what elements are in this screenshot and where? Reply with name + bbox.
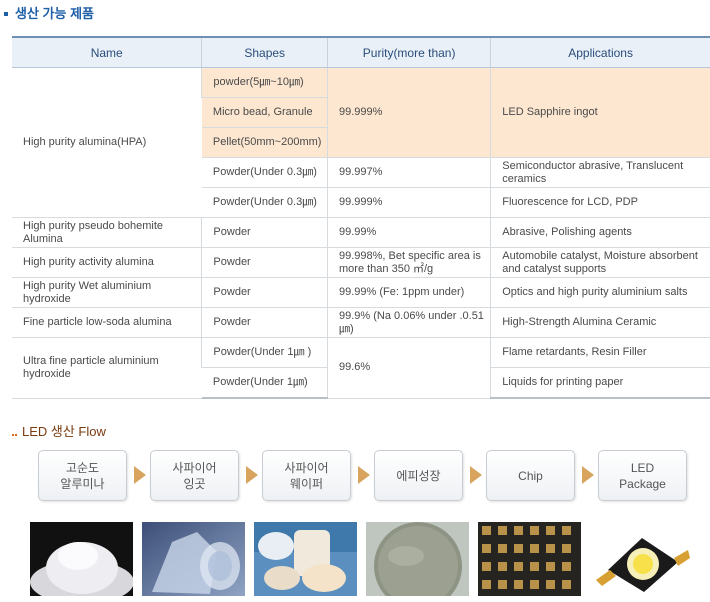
- cell-purity: 99.99% (Fe: 1ppm under): [326, 277, 491, 308]
- flow-arrow-icon: [470, 466, 482, 484]
- flow-title-text: LED 생산 Flow: [22, 424, 106, 439]
- cell-shape: Powder(Under 1㎛ ): [201, 337, 328, 368]
- led-chips-photo: [478, 522, 581, 596]
- cell-purity: 99.99%: [326, 217, 491, 248]
- cell-purity: 99.6%: [326, 337, 491, 399]
- led-package-photo: [590, 522, 693, 596]
- cell-shape: Powder: [201, 247, 328, 278]
- cell-purity: 99.998%, Bet specific area is more than …: [326, 247, 491, 278]
- cell-purity: 99.997%: [326, 157, 491, 188]
- cell-shape: Powder(Under 0.3㎛): [201, 187, 328, 218]
- cell-shape: Powder: [201, 277, 328, 308]
- cell-shape: Powder: [201, 307, 328, 338]
- cell-name: Ultra fine particle aluminium hydroxide: [12, 337, 202, 399]
- header-applications: Applications: [490, 36, 710, 68]
- title-bullet-icon: [4, 11, 8, 16]
- cell-application: Fluorescence for LCD, PDP: [490, 187, 710, 218]
- header-purity: Purity(more than): [326, 36, 491, 68]
- cell-application: Optics and high purity aluminium salts: [490, 277, 710, 308]
- flow-step-package: LED Package: [598, 450, 687, 501]
- cell-shape: Powder(Under 0.3㎛): [201, 157, 328, 188]
- cell-application: Semiconductor abrasive, Translucent cera…: [490, 157, 710, 188]
- products-section-title: 생산 가능 제품: [0, 3, 94, 22]
- cell-application: Flame retardants, Resin Filler: [490, 337, 710, 368]
- flow-step-chip: Chip: [486, 450, 575, 501]
- table-row: High purity Wet aluminium hydroxide Powd…: [12, 277, 710, 308]
- flow-section-title: LED 생산 Flow: [0, 421, 106, 441]
- flow-bullet-icon: [12, 424, 18, 439]
- table-row: Ultra fine particle aluminium hydroxide …: [12, 337, 710, 399]
- cell-application: Liquids for printing paper: [490, 367, 710, 399]
- flow-arrow-icon: [134, 466, 146, 484]
- cell-name: Fine particle low-soda alumina: [12, 307, 202, 338]
- products-title-text: 생산 가능 제품: [15, 6, 94, 21]
- flow-arrow-icon: [246, 466, 258, 484]
- cell-shape: Micro bead, Granule: [201, 97, 328, 128]
- flow-step-wafer: 사파이어 웨이퍼: [262, 450, 351, 501]
- flow-arrow-icon: [358, 466, 370, 484]
- cell-shape: Powder(Under 1㎛): [201, 367, 328, 399]
- flow-arrow-icon: [582, 466, 594, 484]
- sapphire-wafer-photo: [254, 522, 357, 596]
- table-row: Fine particle low-soda alumina Powder 99…: [12, 307, 710, 338]
- cell-shape: powder(5㎛~10㎛): [201, 67, 328, 98]
- sapphire-ingot-photo: [142, 522, 245, 596]
- cell-name: High purity Wet aluminium hydroxide: [12, 277, 202, 308]
- table-row: High purity pseudo bohemite Alumina Powd…: [12, 217, 710, 248]
- products-table: Name Shapes Purity(more than) Applicatio…: [12, 36, 710, 399]
- table-row: High purity activity alumina Powder 99.9…: [12, 247, 710, 278]
- flow-step-epi: 에피성장: [374, 450, 463, 501]
- cell-application: Abrasive, Polishing agents: [490, 217, 710, 248]
- cell-shape: Pellet(50mm~200mm): [201, 127, 328, 158]
- header-name: Name: [12, 36, 202, 68]
- table-row: High purity alumina(HPA) powder(5㎛~10㎛) …: [12, 67, 710, 218]
- cell-name: High purity pseudo bohemite Alumina: [12, 217, 202, 248]
- cell-application: Automobile catalyst, Moisture absorbent …: [490, 247, 710, 278]
- cell-purity: 99.999%: [326, 67, 491, 158]
- cell-purity: 99.9% (Na 0.06% under .0.51㎛): [326, 307, 491, 338]
- flow-step-ingot: 사파이어 잉곳: [150, 450, 239, 501]
- cell-name: High purity activity alumina: [12, 247, 202, 278]
- cell-application: High-Strength Alumina Ceramic: [490, 307, 710, 338]
- flow-step-alumina: 고순도 알루미나: [38, 450, 127, 501]
- header-shapes: Shapes: [201, 36, 328, 68]
- cell-purity: 99.999%: [326, 187, 491, 218]
- epi-wafer-photo: [366, 522, 469, 596]
- cell-name: High purity alumina(HPA): [12, 67, 202, 218]
- cell-application: LED Sapphire ingot: [490, 67, 710, 158]
- alumina-powder-photo: [30, 522, 133, 596]
- table-header-row: Name Shapes Purity(more than) Applicatio…: [12, 36, 710, 68]
- cell-shape: Powder: [201, 217, 328, 248]
